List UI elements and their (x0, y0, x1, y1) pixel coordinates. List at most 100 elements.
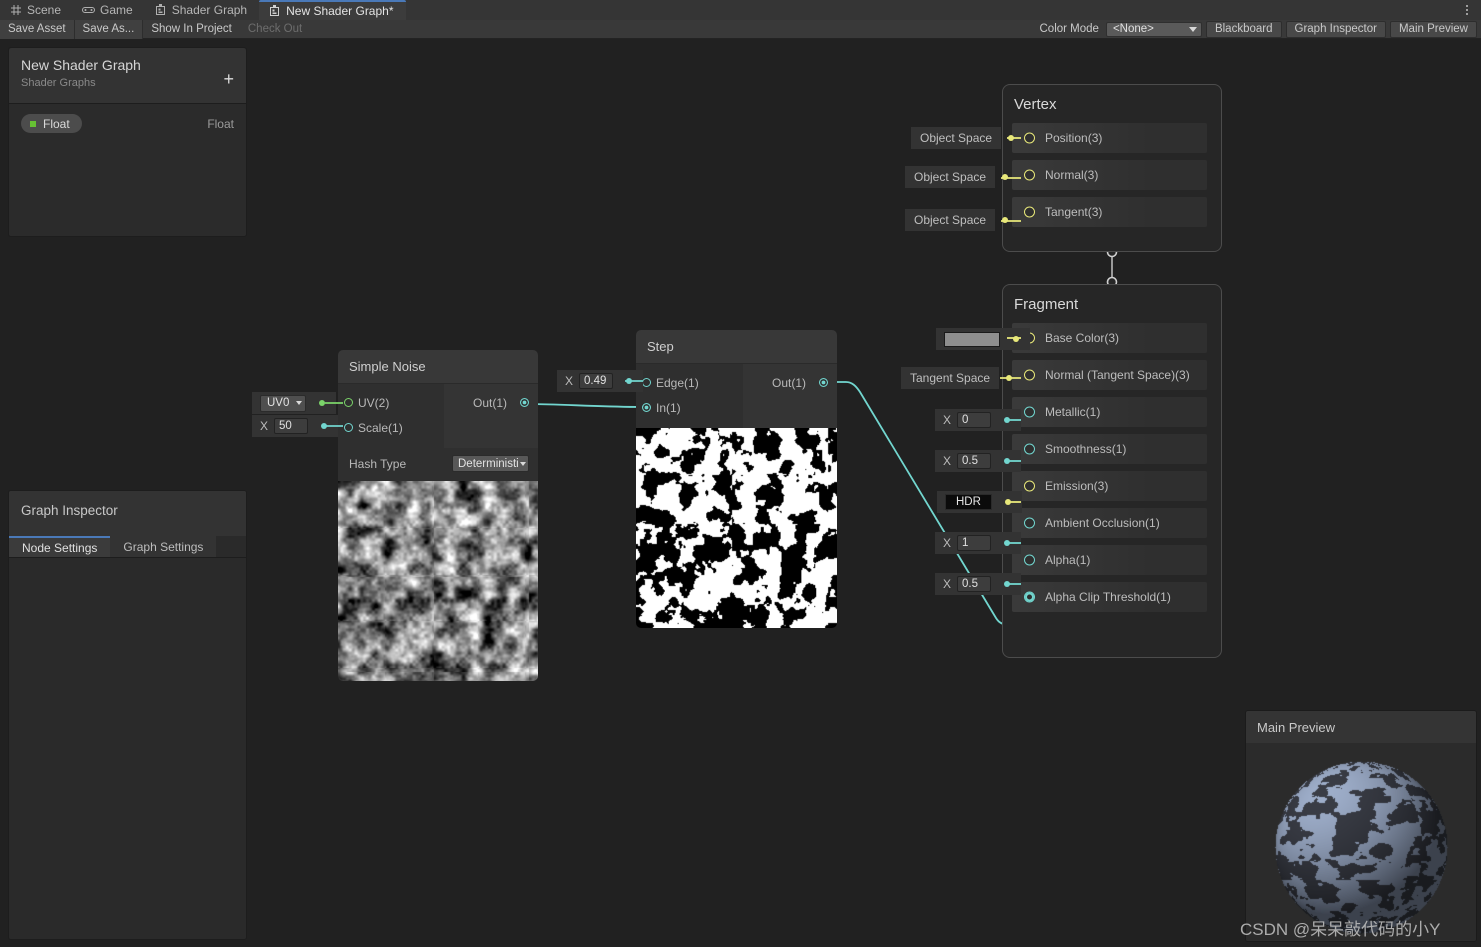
blackboard-title: New Shader Graph (21, 57, 141, 73)
stack-fragment[interactable]: Fragment Base Color(3) Normal (Tangent S… (1002, 284, 1222, 658)
block-ambient-occlusion[interactable]: Ambient Occlusion(1) (1012, 508, 1207, 538)
alpha-value-input[interactable]: 0.5 (957, 576, 992, 592)
blackboard-toggle-button[interactable]: Blackboard (1205, 20, 1282, 38)
tab-shader-graph[interactable]: Shader Graph (145, 0, 259, 20)
base-color-swatch[interactable] (944, 331, 1000, 347)
metallic-value-input[interactable]: 0 (957, 412, 992, 428)
main-preview-body[interactable] (1246, 743, 1476, 941)
socket-step-out[interactable] (814, 378, 832, 387)
port-step-out[interactable]: Out(1) (743, 370, 837, 395)
widget-position-space[interactable]: Object Space (911, 127, 1019, 149)
edge-value-input[interactable]: 0.49 (579, 373, 614, 389)
position-widget-socket-dot (1008, 135, 1015, 141)
smoothness-value-input[interactable]: 0.5 (957, 453, 992, 469)
widget-base-color[interactable] (936, 328, 1030, 350)
position-space-value-box[interactable]: Object Space (911, 127, 1002, 149)
tab-graph-settings[interactable]: Graph Settings (110, 536, 217, 557)
widget-alpha[interactable]: X 0.5 (935, 573, 1022, 595)
socket-noise-out[interactable] (515, 398, 533, 407)
hash-type-label: Hash Type (349, 456, 407, 471)
main-preview-toggle-button[interactable]: Main Preview (1389, 20, 1477, 38)
blackboard-property-row[interactable]: Float Float (9, 104, 246, 143)
port-scale[interactable]: Scale(1) (338, 415, 444, 440)
ao-socket-dot (1004, 540, 1011, 546)
normal-space-value: Object Space (914, 170, 987, 184)
port-in[interactable]: In(1) (636, 395, 743, 420)
scale-value-input[interactable]: 50 (274, 418, 309, 434)
tangent-widget-socket-dot (1002, 217, 1009, 223)
block-alpha-clip-threshold[interactable]: Alpha Clip Threshold(1) (1012, 582, 1207, 612)
graph-inspector-header: Graph Inspector (9, 491, 246, 536)
socket-ambient-occlusion[interactable] (1024, 517, 1035, 529)
socket-emission[interactable] (1024, 480, 1035, 492)
node-step[interactable]: Step Edge(1) In(1) Out(1) (636, 330, 837, 628)
smoothness-axis-label: X (943, 454, 952, 468)
kebab-menu-icon[interactable] (1459, 0, 1481, 20)
block-emission[interactable]: Emission(3) (1012, 471, 1207, 501)
tab-scene-label: Scene (27, 3, 62, 17)
widget-tangent-space[interactable]: Object Space (905, 209, 1013, 231)
tab-node-settings[interactable]: Node Settings (9, 536, 111, 557)
widget-ambient-occlusion[interactable]: X 1 (935, 532, 1022, 554)
port-uv[interactable]: UV(2) (338, 390, 444, 415)
save-as-button[interactable]: Save As... (74, 19, 144, 39)
block-metallic[interactable]: Metallic(1) (1012, 397, 1207, 427)
widget-smoothness[interactable]: X 0.5 (935, 450, 1022, 472)
widget-normal-space-frag[interactable]: Tangent Space (901, 367, 1017, 389)
port-step-out-label: Out(1) (771, 375, 806, 390)
socket-alpha-clip-threshold[interactable] (1024, 591, 1035, 603)
hash-type-dropdown[interactable]: Deterministi (452, 455, 529, 472)
socket-smoothness[interactable] (1024, 443, 1035, 455)
socket-metallic[interactable] (1024, 406, 1035, 418)
graph-inspector-toggle-button[interactable]: Graph Inspector (1285, 20, 1386, 38)
stack-vertex[interactable]: Vertex Position(3) Normal(3) Tangent(3) (1002, 84, 1222, 252)
port-out-spacer (444, 415, 538, 440)
widget-edge-float-group[interactable]: X 0.49 (557, 370, 644, 392)
color-mode-dropdown[interactable]: <None> (1105, 21, 1202, 37)
block-alpha[interactable]: Alpha(1) (1012, 545, 1207, 575)
scale-widget-socket-dot (321, 423, 328, 429)
block-smoothness[interactable]: Smoothness(1) (1012, 434, 1207, 464)
port-edge[interactable]: Edge(1) (636, 370, 743, 395)
socket-tangent[interactable] (1024, 206, 1035, 218)
emission-socket-dot (1004, 499, 1011, 505)
main-preview-panel[interactable]: Main Preview (1245, 710, 1477, 942)
property-float-pill[interactable]: Float (21, 114, 82, 133)
tab-game[interactable]: Game (73, 0, 145, 20)
block-normal[interactable]: Normal(3) (1012, 160, 1207, 190)
normal-space-value-box[interactable]: Object Space (905, 166, 996, 188)
socket-position[interactable] (1024, 132, 1035, 144)
block-normal-label: Normal(3) (1045, 168, 1099, 182)
smoothness-socket-dot (1004, 458, 1011, 464)
socket-uv[interactable] (338, 398, 358, 407)
tab-new-shader-graph[interactable]: New Shader Graph* (259, 0, 406, 20)
socket-scale[interactable] (338, 423, 358, 432)
add-property-button[interactable]: + (223, 70, 234, 88)
socket-in[interactable] (636, 403, 656, 412)
socket-alpha[interactable] (1024, 554, 1035, 566)
stack-fragment-title: Fragment (1014, 296, 1079, 313)
uv-channel-dropdown[interactable]: UV0 (260, 394, 307, 412)
socket-normal-tangent[interactable] (1024, 369, 1035, 381)
show-in-project-button[interactable]: Show In Project (143, 20, 240, 39)
widget-scale-float-group[interactable]: X 50 (252, 415, 339, 437)
node-simple-noise-preview (338, 481, 538, 681)
node-simple-noise[interactable]: Simple Noise UV(2) Scale(1) Out(1) Hash … (338, 350, 538, 681)
chevron-down-icon (296, 401, 303, 405)
block-base-color[interactable]: Base Color(3) (1012, 323, 1207, 353)
ao-value-input[interactable]: 1 (957, 535, 992, 551)
normal-tangent-value-box[interactable]: Tangent Space (901, 367, 1000, 389)
port-noise-out[interactable]: Out(1) (444, 390, 538, 415)
tangent-space-value-box[interactable]: Object Space (905, 209, 996, 231)
widget-emission[interactable]: HDR (937, 491, 1022, 513)
save-asset-button[interactable]: Save Asset (0, 19, 75, 39)
emission-hdr-swatch[interactable]: HDR (945, 494, 992, 510)
block-normal-tangent[interactable]: Normal (Tangent Space)(3) (1012, 360, 1207, 390)
widget-uv-dropdown-group[interactable]: UV0 (252, 392, 337, 414)
socket-normal[interactable] (1024, 169, 1035, 181)
block-tangent[interactable]: Tangent(3) (1012, 197, 1207, 227)
widget-metallic[interactable]: X 0 (935, 409, 1022, 431)
widget-normal-space[interactable]: Object Space (905, 166, 1013, 188)
tab-scene[interactable]: Scene (0, 0, 73, 20)
block-position[interactable]: Position(3) (1012, 123, 1207, 153)
